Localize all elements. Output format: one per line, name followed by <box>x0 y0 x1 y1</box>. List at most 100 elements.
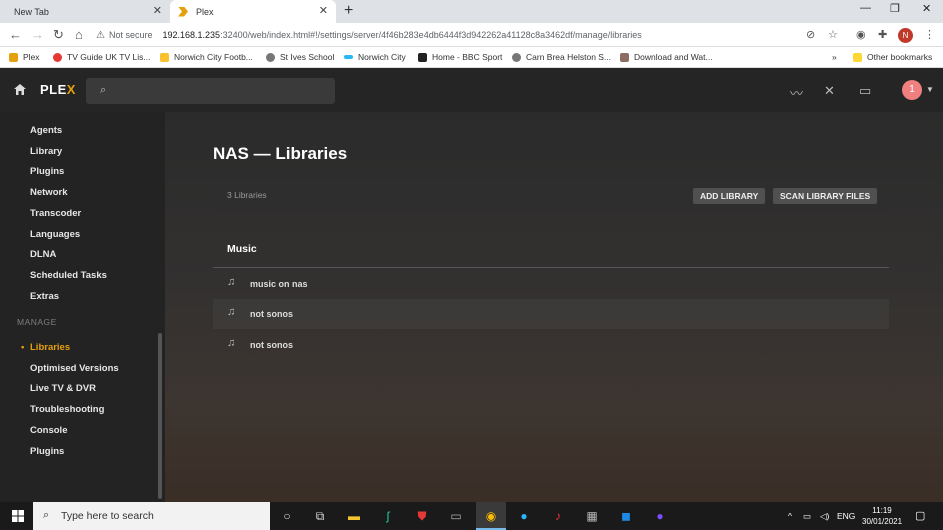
plex-favicon-icon <box>178 6 188 17</box>
bookmark-item[interactable]: Carn Brea Helston S... <box>512 52 611 62</box>
menu-dots-icon[interactable]: ⋮ <box>924 28 935 41</box>
bbc-icon <box>418 52 427 62</box>
sidebar-item-agents[interactable]: Agents <box>30 125 62 136</box>
sidebar-item-troubleshooting[interactable]: Troubleshooting <box>30 404 104 415</box>
link-icon <box>344 55 353 59</box>
chevron-down-icon[interactable]: ▼ <box>926 85 934 94</box>
tray-chevron-up-icon[interactable]: ^ <box>788 511 792 521</box>
more-bookmarks-chevron-icon[interactable]: » <box>832 52 837 62</box>
sidebar-item-libraries[interactable]: • Libraries <box>21 342 70 353</box>
bookmark-label: Carn Brea Helston S... <box>526 52 612 62</box>
calculator-icon[interactable]: ▦ <box>584 508 600 524</box>
profile-avatar[interactable]: N <box>898 28 913 43</box>
sidebar-item-console[interactable]: Console <box>30 425 67 436</box>
minimize-icon[interactable]: — <box>860 2 871 14</box>
heart-icon <box>53 52 62 62</box>
library-row[interactable]: ♫ music on nas <box>213 269 889 299</box>
sidebar-scrollbar[interactable] <box>158 333 162 499</box>
library-toolbar: 3 Libraries ADD LIBRARY SCAN LIBRARY FIL… <box>213 178 889 212</box>
other-bookmarks[interactable]: Other bookmarks <box>853 52 932 62</box>
folder-icon <box>853 52 862 62</box>
tab-plex[interactable]: Plex ✕ <box>170 0 336 23</box>
sidebar-item-scheduled-tasks[interactable]: Scheduled Tasks <box>30 270 107 281</box>
restore-icon[interactable]: ❐ <box>890 2 900 15</box>
forward-icon[interactable]: → <box>31 27 44 42</box>
cast-off-icon[interactable]: ⊘ <box>806 28 815 41</box>
windows-start-icon[interactable] <box>12 510 24 522</box>
extension-icon[interactable]: ◉ <box>856 28 866 41</box>
scan-library-files-button[interactable]: SCAN LIBRARY FILES <box>773 188 878 204</box>
file-explorer-icon[interactable]: ▬ <box>346 508 362 524</box>
bookmark-item[interactable]: Download and Wat... <box>620 52 713 62</box>
library-count: 3 Libraries <box>227 190 267 200</box>
home-icon[interactable] <box>14 84 26 95</box>
sidebar-item-languages[interactable]: Languages <box>30 229 80 240</box>
bookmark-item[interactable]: St Ives School <box>266 52 334 62</box>
globe-icon <box>266 52 275 62</box>
new-tab-plus-icon[interactable]: + <box>344 2 353 20</box>
sidebar-item-extras[interactable]: Extras <box>30 291 59 302</box>
url-field[interactable]: ⚠ Not secure 192.168.1.235 :32400/web/in… <box>96 26 856 44</box>
app-window-icon[interactable]: ▭ <box>448 508 464 524</box>
bookmark-item[interactable]: Plex <box>9 52 40 62</box>
reload-icon[interactable]: ↻ <box>53 27 64 43</box>
sidebar-item-plugins[interactable]: Plugins <box>30 166 64 177</box>
divider <box>213 267 889 268</box>
taskbar-search-input[interactable]: ⌕ Type here to search <box>33 502 270 530</box>
sidebar-item-network[interactable]: Network <box>30 187 67 198</box>
windows-taskbar: ⌕ Type here to search ○ ⧉ ▬ ʃ ⛊ ▭ ◉ ● ♪ … <box>0 502 943 530</box>
sidebar-item-library[interactable]: Library <box>30 146 62 157</box>
home-icon[interactable]: ⌂ <box>75 27 83 42</box>
task-view-icon[interactable]: ⧉ <box>312 508 328 524</box>
bookmark-label: Plex <box>23 52 40 62</box>
bookmark-item[interactable]: TV Guide UK TV Lis... <box>53 52 150 62</box>
cast-icon[interactable]: ▭ <box>859 83 871 99</box>
globe-icon <box>512 52 521 62</box>
activity-icon[interactable]: 〰 <box>790 83 803 102</box>
chrome-icon[interactable]: ◉ <box>483 508 499 524</box>
add-library-button[interactable]: ADD LIBRARY <box>693 188 766 204</box>
security-label: Not secure <box>108 30 153 40</box>
bookmark-item[interactable]: Norwich City <box>344 52 406 62</box>
back-icon[interactable]: ← <box>9 27 22 42</box>
mail-app-icon[interactable]: ◼ <box>618 508 634 524</box>
search-input[interactable]: ⌕ <box>86 78 335 104</box>
bookmark-item[interactable]: Norwich City Footb... <box>160 52 253 62</box>
volume-icon[interactable]: ◁) <box>820 511 829 522</box>
main-content: NAS — Libraries 3 Libraries ADD LIBRARY … <box>165 112 943 502</box>
sidebar-item-transcoder[interactable]: Transcoder <box>30 208 81 219</box>
messenger-icon[interactable]: ● <box>652 508 668 524</box>
bookmark-item[interactable]: Home - BBC Sport <box>418 52 502 62</box>
sidebar-item-live-tv-dvr[interactable]: Live TV & DVR <box>30 383 96 394</box>
battery-icon[interactable]: ▭ <box>803 511 811 522</box>
tab-new-tab[interactable]: New Tab ✕ <box>0 0 170 23</box>
shield-app-icon[interactable]: ⛊ <box>414 508 430 524</box>
cortana-icon[interactable]: ○ <box>279 508 295 524</box>
close-tab-icon[interactable]: ✕ <box>153 4 162 17</box>
bookmark-label: Home - BBC Sport <box>432 52 503 62</box>
app-s-icon[interactable]: ʃ <box>380 508 396 524</box>
plex-logo[interactable]: PLEX <box>40 82 76 97</box>
library-name: not sonos <box>250 340 293 350</box>
close-tab-icon[interactable]: ✕ <box>319 4 328 17</box>
address-toolbar: ← → ↻ ⌂ ⚠ Not secure 192.168.1.235 :3240… <box>0 23 943 47</box>
warning-icon: ⚠ <box>96 29 105 41</box>
close-window-icon[interactable]: ✕ <box>922 2 931 15</box>
star-icon[interactable]: ☆ <box>828 28 838 41</box>
sidebar-item-dlna[interactable]: DLNA <box>30 249 56 260</box>
library-row[interactable]: ♫ not sonos <box>213 299 889 329</box>
notifications-icon[interactable]: ▢ <box>915 509 925 522</box>
library-row[interactable]: ♫ not sonos <box>213 330 889 360</box>
media-app-icon[interactable]: ♪ <box>550 508 566 524</box>
settings-tools-icon[interactable]: ✕ <box>824 83 835 99</box>
language-indicator[interactable]: ENG <box>837 511 855 521</box>
puzzle-icon[interactable]: ✚ <box>878 28 887 41</box>
taskbar-clock[interactable]: 11:19 30/01/2021 <box>862 505 902 527</box>
url-path: :32400/web/index.html#!/settings/server/… <box>220 30 642 40</box>
browser-app-icon[interactable]: ● <box>516 508 532 524</box>
music-note-icon: ♫ <box>227 276 236 288</box>
sidebar-item-plugins-manage[interactable]: Plugins <box>30 446 64 457</box>
user-avatar[interactable]: 1 <box>902 80 922 100</box>
plex-header: PLEX ⌕ 〰 ✕ ▭ 1 ▼ <box>0 68 943 112</box>
sidebar-item-optimised-versions[interactable]: Optimised Versions <box>30 363 119 374</box>
